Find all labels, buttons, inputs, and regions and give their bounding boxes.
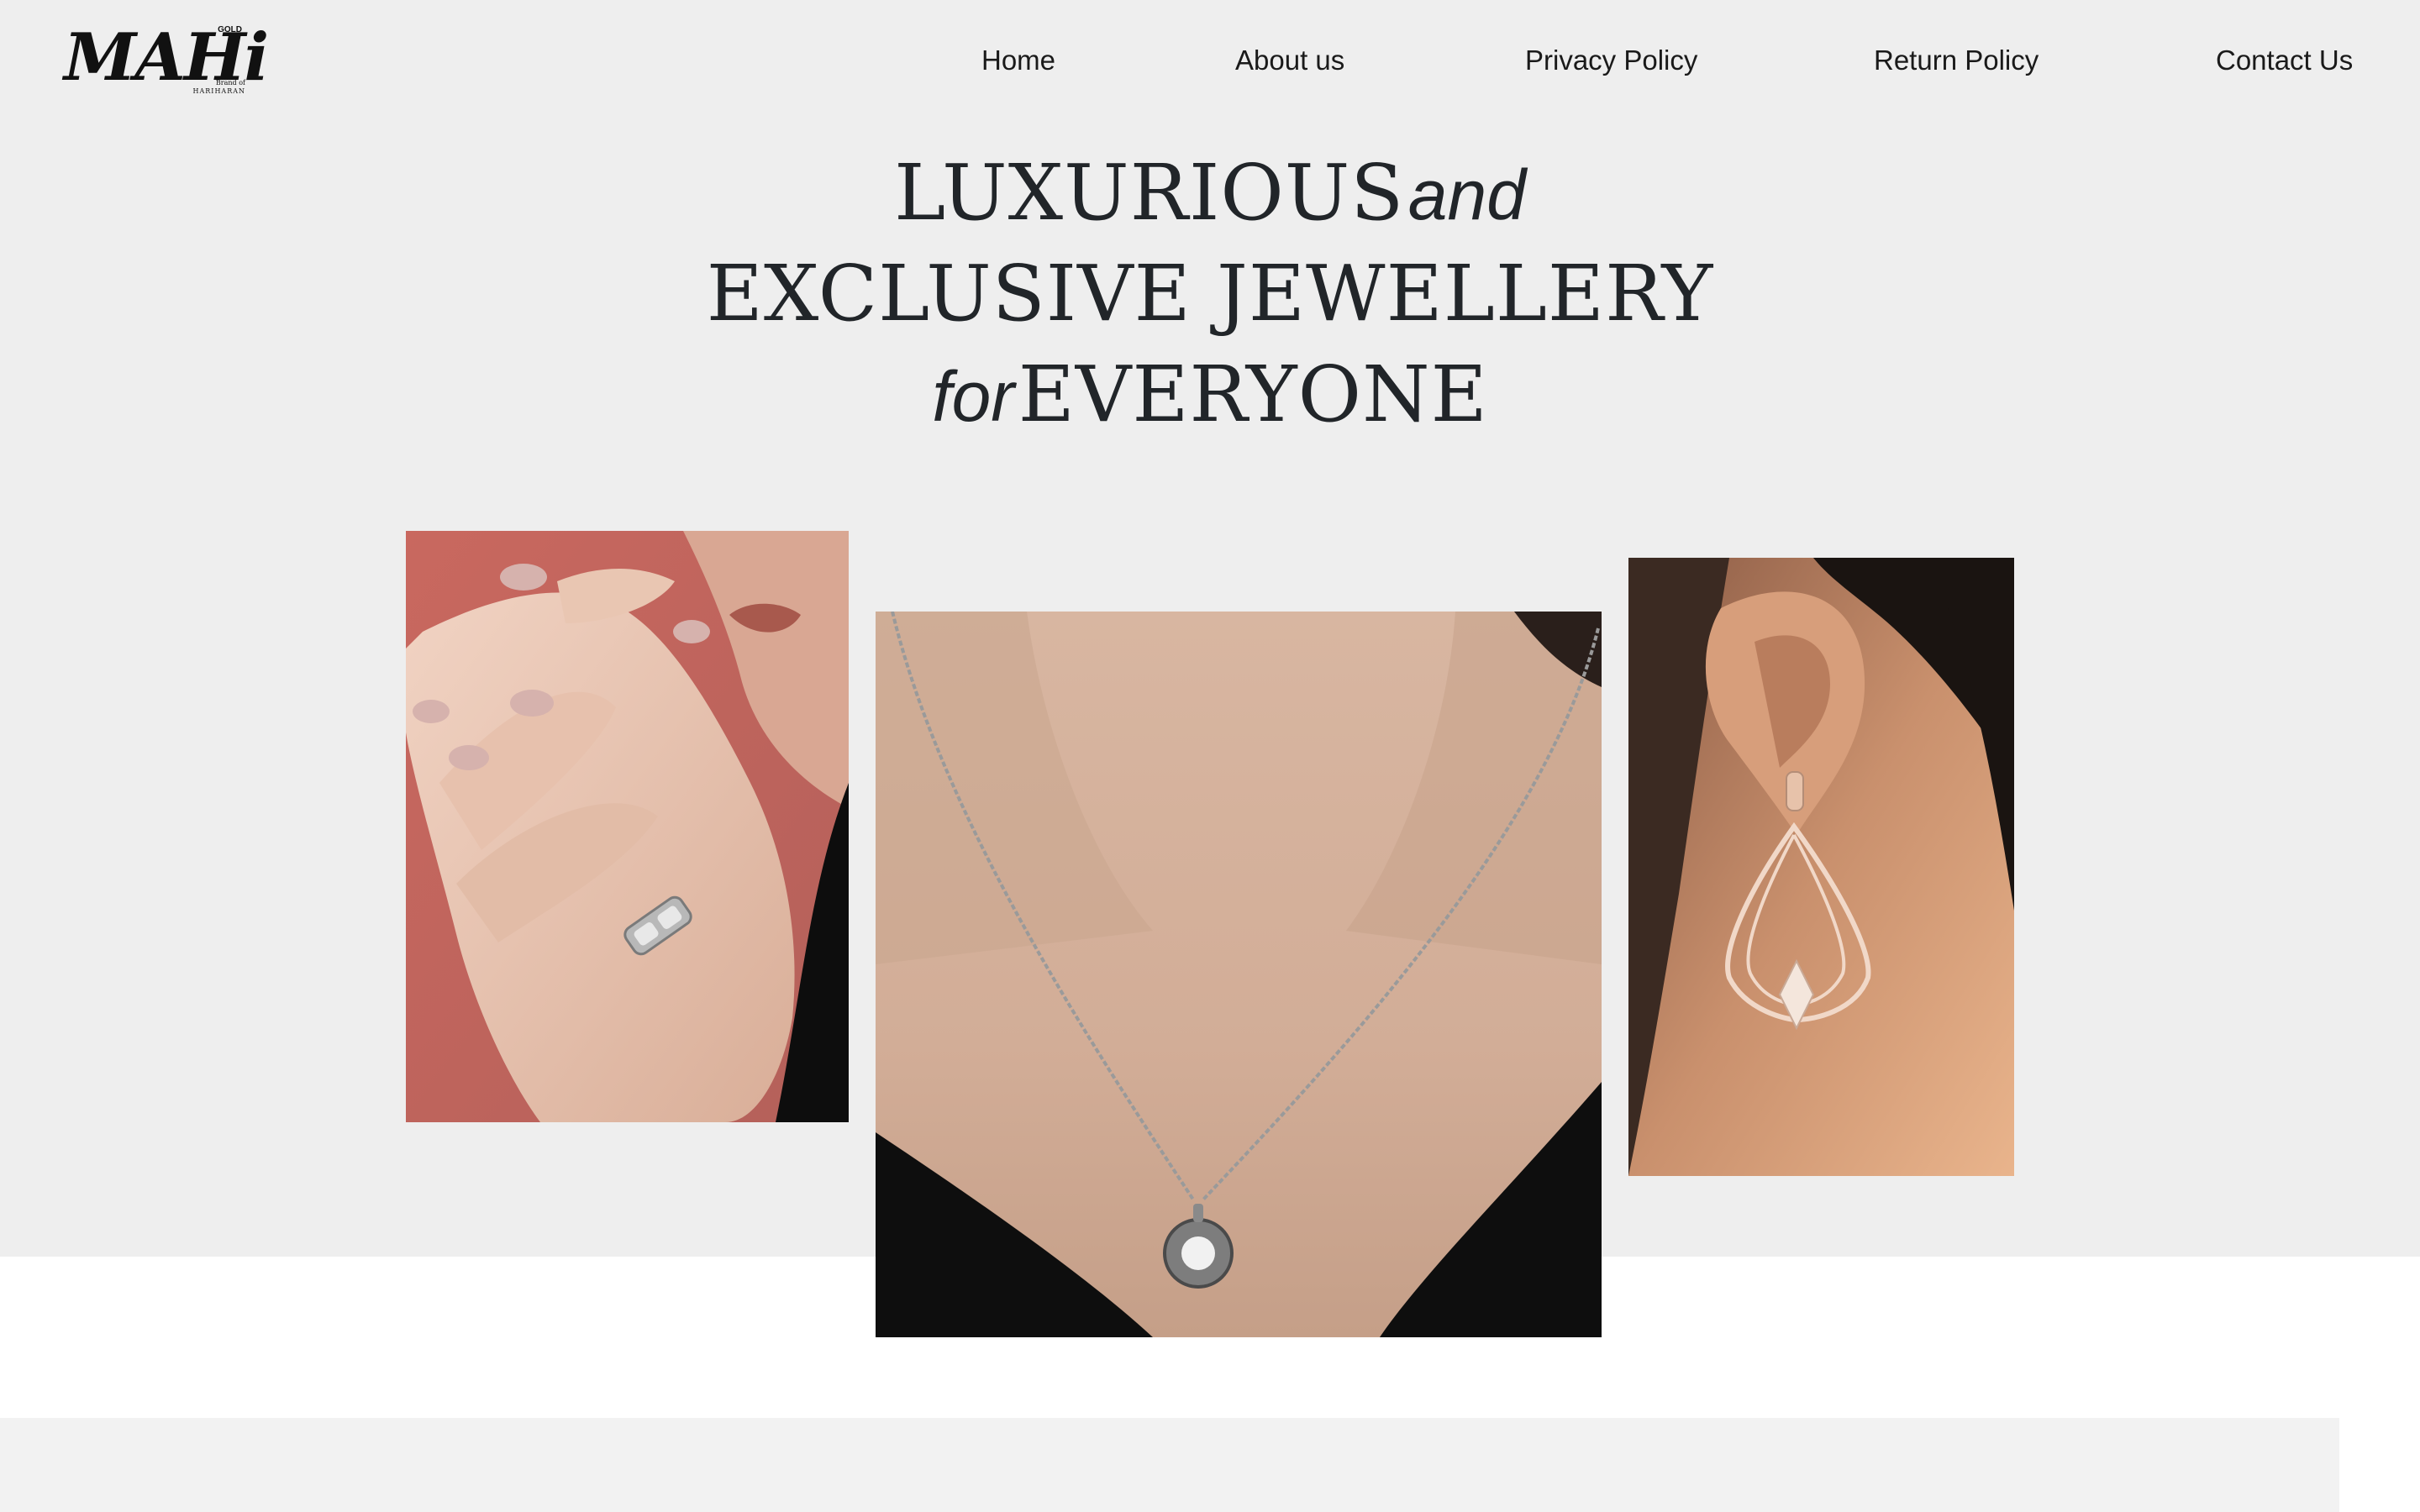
nav-return-policy[interactable]: Return Policy bbox=[1874, 42, 2039, 79]
nav-contact-us[interactable]: Contact Us bbox=[2216, 42, 2353, 79]
headline-luxurious: LUXURIOUS bbox=[894, 148, 1405, 238]
headline-for: for bbox=[932, 357, 1015, 436]
brand-logo[interactable]: MAHi GOLD Brand of HARIHARAN bbox=[64, 22, 269, 99]
nav-privacy-policy[interactable]: Privacy Policy bbox=[1525, 42, 1697, 79]
headline-everyone: EVERYONE bbox=[1018, 349, 1488, 439]
headline-exclusive-jewellery: EXCLUSIVE JEWELLERY bbox=[706, 249, 1714, 339]
headline-line-1: LUXURIOUS and bbox=[0, 143, 2420, 244]
nav-about-us[interactable]: About us bbox=[1235, 42, 1344, 79]
logo-tag: GOLD bbox=[218, 25, 242, 34]
headline-line-2: EXCLUSIVE JEWELLERY bbox=[0, 244, 2420, 344]
headline-line-3: for EVERYONE bbox=[0, 344, 2420, 445]
nav-home[interactable]: Home bbox=[981, 42, 1055, 79]
logo-subtitle-name: HARIHARAN bbox=[192, 87, 245, 95]
earring-photo bbox=[1628, 558, 2014, 1176]
next-section bbox=[0, 1418, 2339, 1512]
ring-photo bbox=[406, 531, 849, 1122]
hero-headline: LUXURIOUS and EXCLUSIVE JEWELLERY for EV… bbox=[0, 143, 2420, 445]
logo-subtitle: Brand of bbox=[215, 79, 245, 87]
headline-and: and bbox=[1407, 155, 1526, 234]
necklace-photo bbox=[876, 612, 1602, 1337]
